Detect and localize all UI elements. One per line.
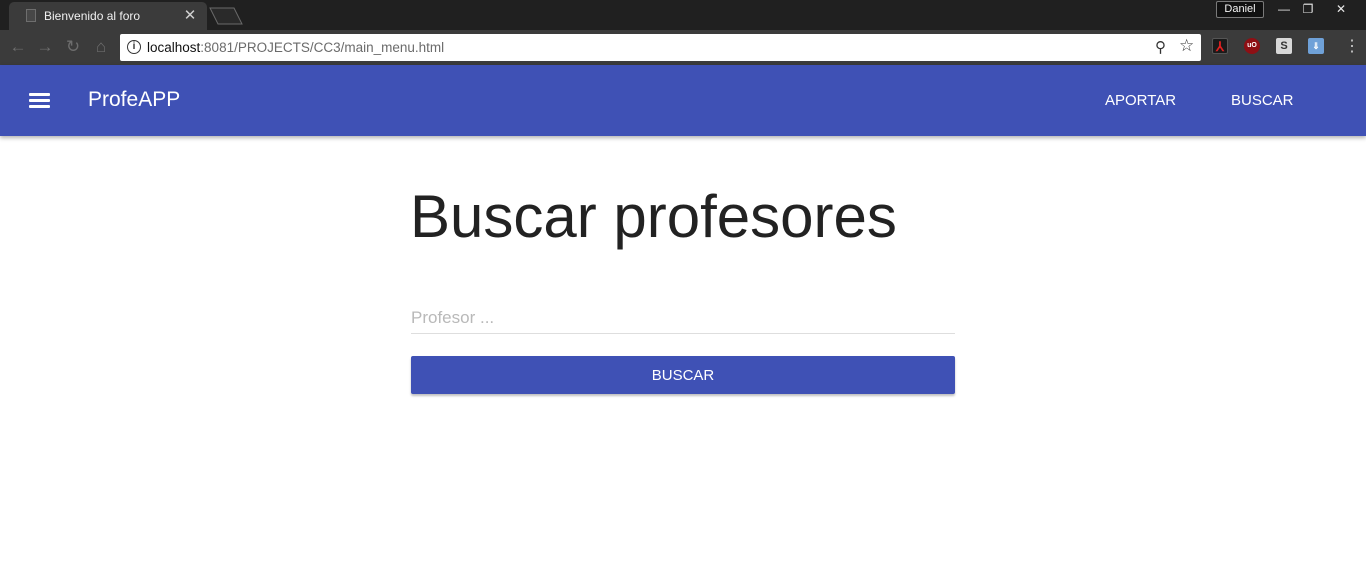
browser-tab[interactable]: Bienvenido al foro ✕ [9,2,207,30]
url-path: :8081/PROJECTS/CC3/main_menu.html [200,40,445,55]
professor-search-input[interactable] [411,303,955,334]
bookmark-star-icon[interactable]: ☆ [1179,36,1194,56]
forward-arrow-icon[interactable]: → [34,36,56,58]
url-host: localhost [147,40,201,55]
zoom-icon[interactable]: ⚲ [1155,38,1166,56]
app-bar: ProfeAPP APORTAR BUSCAR [0,65,1366,136]
browser-toolbar: ← → ↻ ⌂ i localhost:8081/PROJECTS/CC3/ma… [0,30,1366,65]
address-bar[interactable]: i localhost:8081/PROJECTS/CC3/main_menu.… [120,34,1201,61]
nav-link-buscar[interactable]: BUSCAR [1231,92,1294,109]
nav-link-aportar[interactable]: APORTAR [1105,92,1176,109]
tab-title: Bienvenido al foro [44,9,141,23]
reload-icon[interactable]: ↻ [62,36,84,58]
page-title: Buscar profesores [410,183,897,250]
back-arrow-icon[interactable]: ← [7,36,29,58]
browser-menu-icon[interactable]: ⋮ [1344,35,1360,59]
hamburger-menu-icon[interactable] [29,93,50,109]
url-text[interactable]: localhost:8081/PROJECTS/CC3/main_menu.ht… [147,40,444,55]
s-extension-icon[interactable]: S [1276,38,1292,54]
close-tab-icon[interactable]: ✕ [183,6,197,24]
browser-titlebar: Bienvenido al foro ✕ Daniel — ❐ ✕ [0,0,1366,30]
maximize-button[interactable]: ❐ [1294,0,1322,18]
main-content: Buscar profesores BUSCAR [0,136,1366,580]
new-tab-button[interactable] [208,7,244,25]
adobe-pdf-icon[interactable]: ⅄ [1212,38,1228,54]
save-extension-icon[interactable]: ⇓ [1308,38,1324,54]
document-icon [26,9,36,22]
home-icon[interactable]: ⌂ [90,36,112,58]
info-icon[interactable]: i [127,40,141,54]
window-close-button[interactable]: ✕ [1324,0,1358,18]
profile-button[interactable]: Daniel [1216,1,1264,18]
app-title: ProfeAPP [88,88,181,111]
search-button[interactable]: BUSCAR [411,356,955,394]
ublock-icon[interactable]: uO [1244,38,1260,54]
